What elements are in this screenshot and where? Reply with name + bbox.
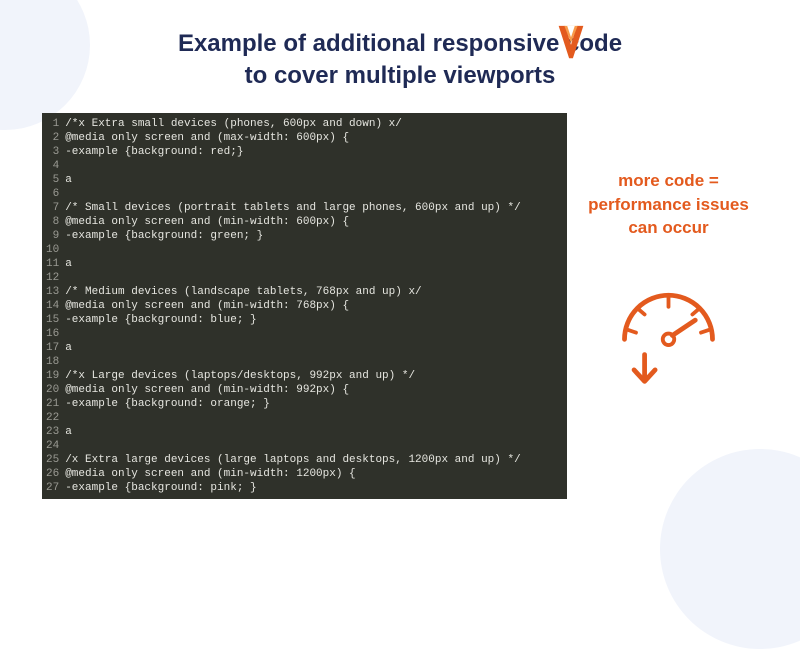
line-number: 1 [46, 117, 59, 131]
code-line [65, 439, 520, 453]
aside-caption: more code = performance issues can occur [588, 169, 749, 240]
code-line [65, 355, 520, 369]
line-number: 18 [46, 355, 59, 369]
code-line: /*x Extra small devices (phones, 600px a… [65, 117, 520, 131]
code-line: /x Extra large devices (large laptops an… [65, 453, 520, 467]
line-number: 22 [46, 411, 59, 425]
code-line [65, 411, 520, 425]
code-line [65, 159, 520, 173]
code-line: /* Medium devices (landscape tablets, 76… [65, 285, 520, 299]
code-line: a [65, 173, 520, 187]
code-line: @media only screen and (max-width: 600px… [65, 131, 520, 145]
line-number: 10 [46, 243, 59, 257]
code-content: /*x Extra small devices (phones, 600px a… [65, 117, 528, 495]
code-line: @media only screen and (min-width: 992px… [65, 383, 520, 397]
title-line-2: to cover multiple viewports [245, 62, 556, 89]
line-number: 3 [46, 145, 59, 159]
line-number: 6 [46, 187, 59, 201]
line-number: 27 [46, 481, 59, 495]
line-number: 4 [46, 159, 59, 173]
code-line: -example {background: pink; } [65, 481, 520, 495]
line-number: 21 [46, 397, 59, 411]
line-number: 20 [46, 383, 59, 397]
line-number: 25 [46, 453, 59, 467]
code-block: 1234567891011121314151617181920212223242… [42, 113, 567, 499]
code-line: /* Small devices (portrait tablets and l… [65, 201, 520, 215]
code-line: @media only screen and (min-width: 600px… [65, 215, 520, 229]
line-number: 26 [46, 467, 59, 481]
line-number: 16 [46, 327, 59, 341]
code-line [65, 271, 520, 285]
line-number: 17 [46, 341, 59, 355]
code-line: @media only screen and (min-width: 1200p… [65, 467, 520, 481]
line-number: 9 [46, 229, 59, 243]
line-number: 24 [46, 439, 59, 453]
aside-line-1: more code = [618, 171, 719, 190]
code-line: a [65, 341, 520, 355]
code-line: @media only screen and (min-width: 768px… [65, 299, 520, 313]
line-number: 8 [46, 215, 59, 229]
line-number: 19 [46, 369, 59, 383]
code-line: -example {background: orange; } [65, 397, 520, 411]
code-line: a [65, 257, 520, 271]
aside-line-2: performance issues [588, 195, 749, 214]
line-number: 11 [46, 257, 59, 271]
code-line: -example {background: red;} [65, 145, 520, 159]
code-line: /*x Large devices (laptops/desktops, 992… [65, 369, 520, 383]
line-number: 2 [46, 131, 59, 145]
line-number: 12 [46, 271, 59, 285]
code-line: -example {background: blue; } [65, 313, 520, 327]
line-number: 13 [46, 285, 59, 299]
brand-logo [556, 24, 586, 62]
code-line [65, 187, 520, 201]
code-line [65, 327, 520, 341]
code-line: a [65, 425, 520, 439]
code-line: -example {background: green; } [65, 229, 520, 243]
line-number: 7 [46, 201, 59, 215]
line-number: 5 [46, 173, 59, 187]
speedometer-down-icon [611, 280, 726, 390]
line-number: 14 [46, 299, 59, 313]
code-line [65, 243, 520, 257]
line-number: 15 [46, 313, 59, 327]
code-line-numbers: 1234567891011121314151617181920212223242… [42, 117, 65, 495]
aside-line-3: can occur [628, 218, 708, 237]
aside-panel: more code = performance issues can occur [567, 113, 770, 390]
line-number: 23 [46, 425, 59, 439]
